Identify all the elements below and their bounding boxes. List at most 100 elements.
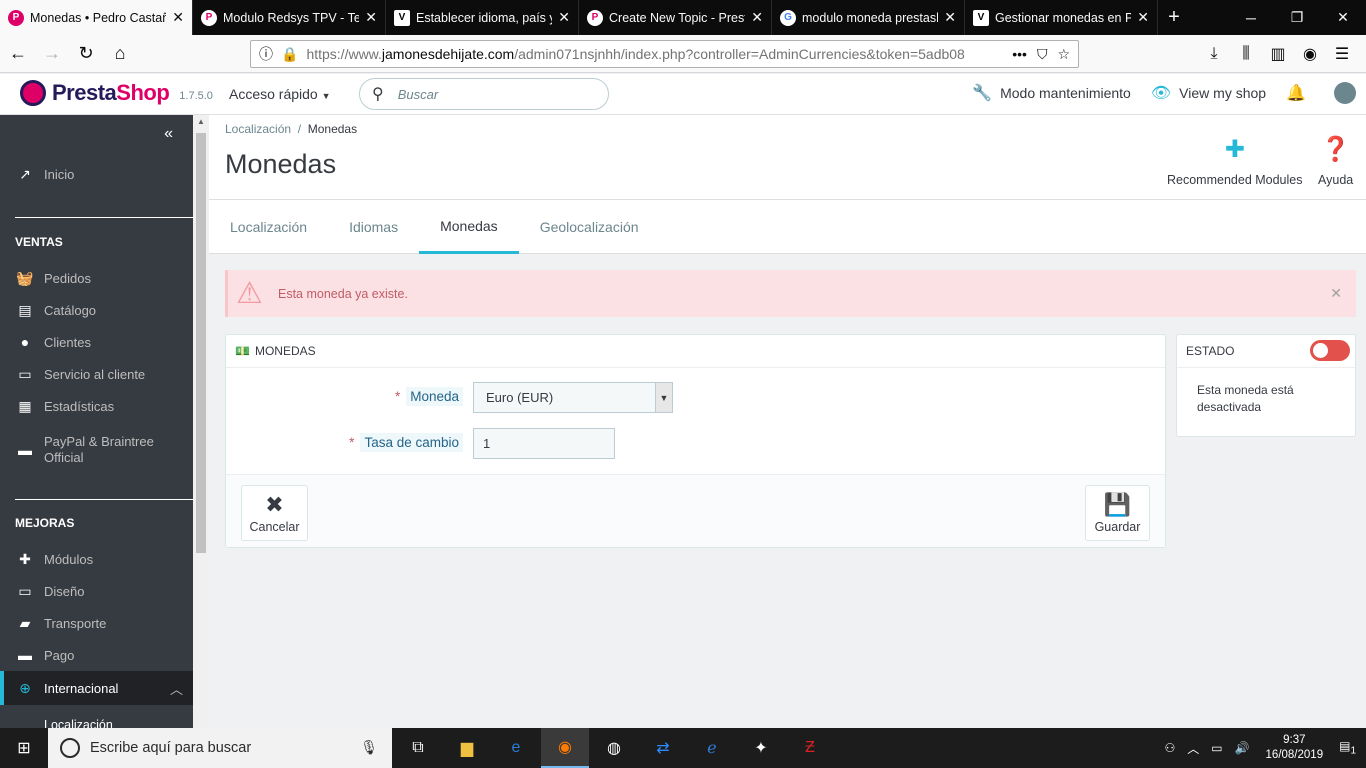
close-tab-icon[interactable]: ✕ xyxy=(1137,9,1149,26)
restore-icon[interactable]: ❐ xyxy=(1274,0,1320,35)
close-tab-icon[interactable]: ✕ xyxy=(172,9,184,26)
clock[interactable]: 9:37 16/08/2019 xyxy=(1266,733,1324,763)
search-input[interactable]: ⚲ Buscar xyxy=(359,78,609,110)
minimize-icon[interactable]: ─ xyxy=(1228,0,1274,35)
puzzle-icon: ✚ xyxy=(19,550,31,567)
taskbar-search-placeholder: Escribe aquí para buscar xyxy=(90,740,252,756)
brand-part-b: Shop xyxy=(116,80,170,105)
quick-access-dropdown[interactable]: Acceso rápido ▼ xyxy=(229,86,331,102)
alert-message: Esta moneda ya existe. xyxy=(278,286,408,301)
notification-icon[interactable]: ▤1 xyxy=(1339,739,1356,756)
cancel-button[interactable]: ✖ Cancelar xyxy=(241,485,308,541)
tab-idiomas[interactable]: Idiomas xyxy=(328,200,419,254)
home-icon[interactable]: ⌂ xyxy=(104,38,136,70)
sidebar-scrollbar[interactable]: ▲ xyxy=(193,115,209,728)
save-button[interactable]: 💾 Guardar xyxy=(1085,485,1150,541)
bookmark-star-icon[interactable]: ☆ xyxy=(1057,46,1070,63)
sidebar-item-label: Módulos xyxy=(44,551,94,567)
url-bar[interactable]: ⓘ 🔒 https://www.jamonesdehijate.com/admi… xyxy=(250,40,1079,68)
sidebar-toggle-icon[interactable]: ▥ xyxy=(1262,38,1294,70)
sidebar-item-pago[interactable]: ▬ Pago xyxy=(0,639,193,671)
close-window-icon[interactable]: ✕ xyxy=(1320,0,1366,35)
sidebar-item-diseno[interactable]: ▭ Diseño xyxy=(0,575,193,607)
recommended-modules-button[interactable]: ✚ Recommended Modules xyxy=(1167,135,1303,187)
people-icon[interactable]: ⚇ xyxy=(1164,741,1175,755)
view-shop-link[interactable]: 👁 View my shop xyxy=(1151,83,1266,103)
more-icon[interactable]: ••• xyxy=(1012,46,1027,62)
library-icon[interactable]: ⫼ xyxy=(1230,38,1262,70)
sidebar-item-modulos[interactable]: ✚ Módulos xyxy=(0,543,193,575)
sidebar-item-inicio[interactable]: ↗ Inicio xyxy=(0,158,193,190)
app-header: PrestaShop 1.7.5.0 Acceso rápido ▼ ⚲ Bus… xyxy=(0,74,1366,115)
close-alert-icon[interactable]: ✕ xyxy=(1330,285,1342,302)
filezilla-icon[interactable]: Ƶ xyxy=(786,728,834,768)
collapse-sidebar-icon[interactable]: « xyxy=(164,125,173,143)
reload-icon[interactable]: ↻ xyxy=(70,38,102,70)
breadcrumb: Localización / Monedas xyxy=(225,122,357,136)
prestashop-logo-icon xyxy=(20,80,46,106)
app-icon[interactable]: ✦ xyxy=(737,728,785,768)
sidebar-item-paypal[interactable]: ▬ PayPal & Braintree Official xyxy=(0,430,193,470)
info-icon[interactable]: ⓘ xyxy=(259,44,273,64)
file-explorer-icon[interactable]: ▆ xyxy=(443,728,491,768)
version: 1.7.5.0 xyxy=(179,90,213,102)
panel-title: MONEDAS xyxy=(254,344,316,358)
browser-tab[interactable]: G modulo moneda prestash ✕ xyxy=(772,0,965,35)
internet-explorer-icon[interactable]: ℯ xyxy=(688,728,736,768)
close-tab-icon[interactable]: ✕ xyxy=(365,9,377,26)
bell-icon[interactable]: 🔔 xyxy=(1286,83,1306,103)
sidebar-item-label: PayPal & Braintree Official xyxy=(44,434,154,465)
download-icon[interactable]: ⤓ xyxy=(1198,38,1230,70)
firefox-icon[interactable]: ◉ xyxy=(541,728,589,768)
chrome-like-icon[interactable]: ◍ xyxy=(590,728,638,768)
tab-monedas[interactable]: Monedas xyxy=(419,200,519,254)
browser-tab[interactable]: P Modulo Redsys TPV - Ter ✕ xyxy=(193,0,386,35)
prestashop-icon: P xyxy=(587,9,603,26)
menu-icon[interactable]: ☰ xyxy=(1326,38,1358,70)
scrollbar-thumb[interactable] xyxy=(196,133,206,553)
tab-localizacion[interactable]: Localización xyxy=(209,200,328,254)
microphone-icon[interactable]: 🎙 xyxy=(360,739,378,756)
browser-tab[interactable]: P Monedas • Pedro Castañ ✕ xyxy=(0,0,193,35)
edge-icon[interactable]: e xyxy=(492,728,540,768)
sidebar-item-servicio[interactable]: ▭ Servicio al cliente xyxy=(0,358,193,390)
task-view-icon[interactable]: ⧉ xyxy=(394,728,442,768)
browser-tab[interactable]: V Establecer idioma, país y ✕ xyxy=(386,0,579,35)
volume-icon[interactable]: 🔊 xyxy=(1235,741,1250,755)
pocket-icon[interactable]: ⛉ xyxy=(1037,46,1048,63)
status-toggle[interactable] xyxy=(1310,340,1350,361)
close-tab-icon[interactable]: ✕ xyxy=(944,9,956,26)
scroll-up-icon[interactable]: ▲ xyxy=(197,117,205,126)
currency-select[interactable]: Euro (EUR) ▼ xyxy=(473,382,673,413)
sidebar-item-clientes[interactable]: ● Clientes xyxy=(0,326,193,358)
breadcrumb-link[interactable]: Localización xyxy=(225,122,291,136)
trending-icon: ↗ xyxy=(19,165,31,182)
sidebar-item-transporte[interactable]: ▰ Transporte xyxy=(0,607,193,639)
new-tab-button[interactable]: + xyxy=(1158,0,1190,35)
sidebar-subitem-localizacion[interactable]: Localización xyxy=(44,718,113,728)
teamviewer-icon[interactable]: ⇄ xyxy=(639,728,687,768)
browser-tab[interactable]: V Gestionar monedas en Pr ✕ xyxy=(965,0,1158,35)
exchange-rate-input[interactable]: 1 xyxy=(473,428,615,459)
avatar[interactable] xyxy=(1334,82,1356,104)
browser-tab[interactable]: P Create New Topic - Prest ✕ xyxy=(579,0,772,35)
prestashop-icon: P xyxy=(8,9,24,26)
back-icon[interactable]: ← xyxy=(2,38,34,70)
windows-start-icon[interactable]: ⊞ xyxy=(0,728,48,768)
help-button[interactable]: ❓ Ayuda xyxy=(1318,135,1353,187)
tab-geolocalizacion[interactable]: Geolocalización xyxy=(519,200,660,254)
taskbar-search-input[interactable]: Escribe aquí para buscar 🎙 xyxy=(48,728,392,768)
sidebar-item-internacional[interactable]: ⊕ Internacional ︿ xyxy=(0,671,193,705)
close-tab-icon[interactable]: ✕ xyxy=(558,9,570,26)
network-icon[interactable]: ▭ xyxy=(1211,741,1222,755)
sidebar-item-catalogo[interactable]: ▤ Catálogo xyxy=(0,294,193,326)
chevron-up-icon[interactable]: ︿ xyxy=(1187,740,1199,757)
extension-icon[interactable]: ◉ xyxy=(1294,38,1326,70)
forward-icon[interactable]: → xyxy=(36,38,68,70)
maintenance-link[interactable]: 🔧 Modo mantenimiento xyxy=(972,83,1131,103)
sidebar-item-pedidos[interactable]: 🧺 Pedidos xyxy=(0,262,193,294)
status-panel: ESTADO Esta moneda está desactivada xyxy=(1176,334,1356,437)
sidebar-item-estadisticas[interactable]: ▦ Estadísticas xyxy=(0,390,193,422)
prestashop-logo[interactable]: PrestaShop 1.7.5.0 xyxy=(20,80,213,106)
close-tab-icon[interactable]: ✕ xyxy=(751,9,763,26)
